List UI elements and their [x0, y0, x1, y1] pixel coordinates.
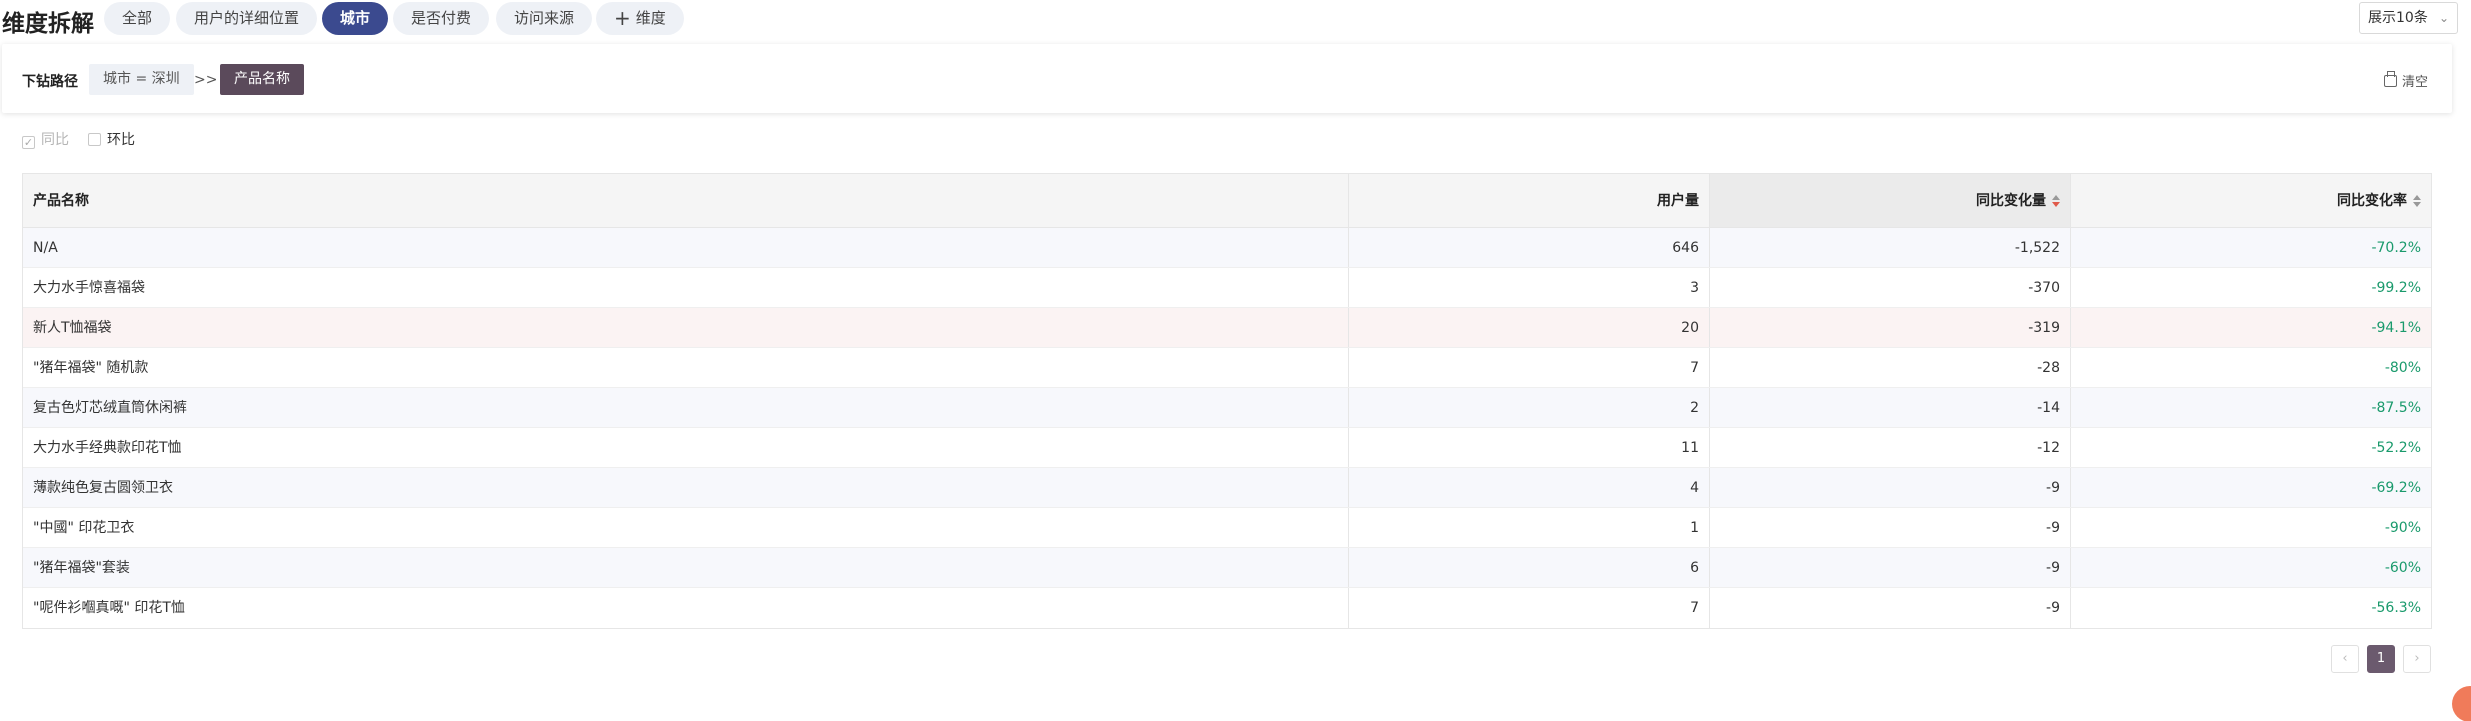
cell-users: 11: [1349, 428, 1710, 467]
table-row: "猪年福袋"套装 6 -9 -60%: [23, 548, 2431, 588]
cell-yoy-rate: -70.2%: [2371, 240, 2421, 256]
drill-crumb-city[interactable]: 城市 = 深圳: [89, 64, 194, 95]
drill-path-label: 下钻路径: [22, 74, 78, 90]
cell-users: 1: [1349, 508, 1710, 547]
column-header-yoy-rate[interactable]: 同比变化率: [2071, 174, 2431, 227]
page-title: 维度拆解: [2, 11, 94, 37]
mom-label: 环比: [107, 132, 135, 148]
cell-users: 2: [1349, 388, 1710, 427]
check-icon: ✓: [22, 136, 35, 149]
mom-checkbox[interactable]: 环比: [88, 129, 135, 149]
drill-path-card: 下钻路径 城市 = 深圳 >> 产品名称 清空: [2, 44, 2452, 113]
chevron-down-icon: ⌄: [2438, 11, 2449, 25]
cell-yoy-change: -9: [1710, 588, 2071, 628]
add-dimension-button[interactable]: + 维度: [596, 2, 684, 35]
clear-button[interactable]: 清空: [2383, 71, 2428, 90]
help-bubble-icon[interactable]: [2452, 686, 2471, 721]
cell-users: 4: [1349, 468, 1710, 507]
cell-product: 大力水手惊喜福袋: [23, 268, 1349, 307]
pagination-page-1[interactable]: 1: [2367, 645, 2395, 673]
cell-yoy-change: -28: [1710, 348, 2071, 387]
cell-yoy-rate: -90%: [2384, 520, 2421, 536]
cell-users: 7: [1349, 588, 1710, 628]
cell-product: N/A: [23, 228, 1349, 267]
table-row: 大力水手惊喜福袋 3 -370 -99.2%: [23, 268, 2431, 308]
cell-yoy-change: -9: [1710, 548, 2071, 587]
dimension-tab-label: 城市: [340, 9, 371, 27]
table-row: "呢件衫嗰真嘅" 印花T恤 7 -9 -56.3%: [23, 588, 2431, 628]
cell-product: 大力水手经典款印花T恤: [23, 428, 1349, 467]
cell-product: "猪年福袋"套装: [23, 548, 1349, 587]
cell-users: 3: [1349, 268, 1710, 307]
cell-product: "猪年福袋" 随机款: [23, 348, 1349, 387]
sort-icon[interactable]: [2052, 194, 2060, 208]
table-row: "猪年福袋" 随机款 7 -28 -80%: [23, 348, 2431, 388]
drill-crumb-product[interactable]: 产品名称: [220, 64, 304, 95]
yoy-checkbox[interactable]: ✓ 同比: [22, 129, 69, 149]
page-size-select[interactable]: 展示10条 ⌄: [2359, 2, 2458, 34]
cell-product: 复古色灯芯绒直筒休闲裤: [23, 388, 1349, 427]
cell-yoy-rate: -94.1%: [2371, 320, 2421, 336]
table-row: 新人T恤福袋 20 -319 -94.1%: [23, 308, 2431, 348]
page-size-value: 展示10条: [2368, 10, 2428, 26]
cell-yoy-rate: -56.3%: [2371, 600, 2421, 616]
cell-yoy-change: -9: [1710, 468, 2071, 507]
cell-yoy-change: -9: [1710, 508, 2071, 547]
dimension-tab-label: 访问来源: [514, 9, 575, 27]
cell-yoy-change: -12: [1710, 428, 2071, 467]
plus-icon: +: [614, 6, 631, 30]
clear-label: 清空: [2401, 75, 2428, 90]
table-row: "中國" 印花卫衣 1 -9 -90%: [23, 508, 2431, 548]
dimension-tab-label: 全部: [122, 9, 153, 27]
cell-users: 20: [1349, 308, 1710, 347]
column-header-users: 用户量: [1349, 174, 1710, 227]
dimension-tab-label: 用户的详细位置: [194, 9, 300, 27]
dimension-tab-city[interactable]: 城市: [322, 2, 389, 35]
column-header-label: 同比变化量: [1976, 193, 2046, 209]
cell-product: 新人T恤福袋: [23, 308, 1349, 347]
cell-users: 6: [1349, 548, 1710, 587]
cell-yoy-rate: -69.2%: [2371, 480, 2421, 496]
pagination-prev-button[interactable]: ‹: [2331, 645, 2359, 673]
checkbox-empty-icon: [88, 133, 101, 146]
table-row: N/A 646 -1,522 -70.2%: [23, 228, 2431, 268]
add-dimension-label: 维度: [635, 9, 666, 27]
column-header-label: 同比变化率: [2337, 193, 2407, 209]
pagination-next-button[interactable]: ›: [2403, 645, 2431, 673]
table-row: 薄款纯色复古圆领卫衣 4 -9 -69.2%: [23, 468, 2431, 508]
dimension-tab-label: 是否付费: [411, 9, 472, 27]
dimension-tab-source[interactable]: 访问来源: [496, 2, 593, 35]
column-header-product: 产品名称: [23, 174, 1349, 227]
cell-users: 646: [1349, 228, 1710, 267]
cell-yoy-rate: -52.2%: [2371, 440, 2421, 456]
cell-product: 薄款纯色复古圆领卫衣: [23, 468, 1349, 507]
clear-icon: [2383, 71, 2397, 87]
dimension-tab-paid[interactable]: 是否付费: [393, 2, 490, 35]
cell-yoy-rate: -60%: [2384, 560, 2421, 576]
table-row: 复古色灯芯绒直筒休闲裤 2 -14 -87.5%: [23, 388, 2431, 428]
cell-yoy-change: -1,522: [1710, 228, 2071, 267]
sort-icon[interactable]: [2413, 194, 2421, 208]
breakdown-table: 产品名称 用户量 同比变化量 同比变化率 N/A 646 -1,522 -70.…: [22, 173, 2432, 629]
cell-product: "呢件衫嗰真嘅" 印花T恤: [23, 588, 1349, 628]
cell-yoy-rate: -80%: [2384, 360, 2421, 376]
dimension-tab-all[interactable]: 全部: [104, 2, 171, 35]
cell-yoy-rate: -99.2%: [2371, 280, 2421, 296]
cell-yoy-change: -14: [1710, 388, 2071, 427]
drill-separator: >>: [194, 72, 218, 88]
yoy-label: 同比: [41, 132, 69, 148]
cell-users: 7: [1349, 348, 1710, 387]
column-header-yoy-change[interactable]: 同比变化量: [1710, 174, 2071, 227]
cell-yoy-change: -319: [1710, 308, 2071, 347]
table-header: 产品名称 用户量 同比变化量 同比变化率: [23, 174, 2431, 228]
cell-product: "中國" 印花卫衣: [23, 508, 1349, 547]
cell-yoy-rate: -87.5%: [2371, 400, 2421, 416]
table-row: 大力水手经典款印花T恤 11 -12 -52.2%: [23, 428, 2431, 468]
cell-yoy-change: -370: [1710, 268, 2071, 307]
dimension-tab-location[interactable]: 用户的详细位置: [176, 2, 318, 35]
